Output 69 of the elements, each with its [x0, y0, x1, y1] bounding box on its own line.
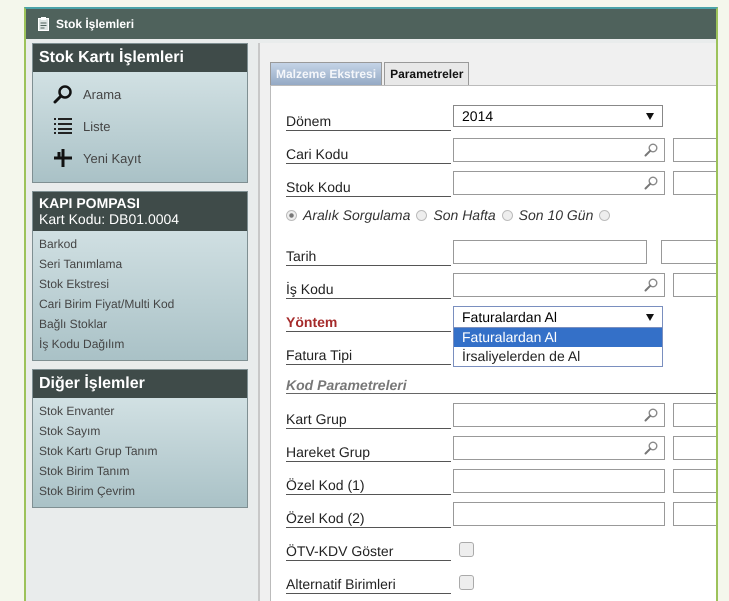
panel-title: KAPI POMPASI [39, 196, 141, 211]
input-field[interactable] [673, 469, 716, 493]
radio-label[interactable]: Son Hafta [433, 207, 496, 223]
input-field[interactable] [453, 273, 665, 297]
dropdown[interactable]: 2014 [453, 105, 663, 127]
sidebar-link[interactable]: Stok Birim Tanım [39, 464, 130, 478]
input-field[interactable] [673, 273, 716, 297]
sidebar-link[interactable]: Barkod [39, 237, 78, 251]
radio-label[interactable]: Aralık Sorgulama [303, 207, 410, 223]
field-label: Cari Kodu [286, 146, 451, 164]
checkbox[interactable] [459, 575, 474, 590]
input-field[interactable] [453, 138, 665, 162]
radio-button[interactable] [599, 210, 610, 220]
sidebar-link[interactable]: Cari Birim Fiyat/Multi Kod [39, 297, 174, 311]
section-heading: Kod Parametreleri [286, 377, 407, 393]
field-label: Stok Kodu [286, 179, 451, 197]
checkbox[interactable] [459, 542, 474, 557]
field-label: İş Kodu [286, 281, 451, 299]
input-field[interactable] [453, 171, 665, 195]
sidebar-link[interactable]: İş Kodu Dağılım [39, 337, 124, 351]
sidebar-link[interactable]: Stok Envanter [39, 404, 114, 418]
field-label: Tarih [286, 248, 451, 266]
sidebar-link[interactable]: Seri Tanımlama [39, 257, 122, 271]
input-field[interactable] [453, 469, 665, 493]
panel-title: Diğer İşlemler [39, 374, 146, 394]
panel-subtitle: Kart Kodu: DB01.0004 [39, 211, 180, 227]
field-label: ÖTV-KDV Göster [286, 543, 451, 561]
sidebar-link[interactable]: Bağlı Stoklar [39, 317, 108, 331]
input-field[interactable] [673, 436, 716, 460]
caret-icon [646, 112, 654, 120]
input-field[interactable] [673, 171, 716, 195]
dropdown[interactable]: Faturalardan Al [453, 306, 663, 328]
list-icon[interactable] [53, 117, 73, 135]
field-label: Özel Kod (1) [286, 477, 451, 495]
radio-button[interactable] [286, 210, 297, 220]
sidebar-link[interactable]: Stok Ekstresi [39, 277, 110, 291]
caret-icon [646, 314, 654, 320]
dropdown-option[interactable]: Faturalardan Al [454, 328, 662, 347]
input-field[interactable] [453, 436, 665, 460]
sidebar-link[interactable]: Liste [83, 118, 110, 134]
input-field[interactable] [453, 502, 665, 526]
sidebar-link[interactable]: Yeni Kayıt [83, 150, 142, 166]
input-field[interactable] [673, 138, 716, 162]
search-icon[interactable] [53, 84, 73, 104]
sidebar-link[interactable]: Stok Kartı Grup Tanım [39, 444, 158, 458]
field-label: Alternatif Birimleri [286, 576, 451, 594]
field-label: Hareket Grup [286, 444, 451, 462]
sidebar-link[interactable]: Stok Birim Çevrim [39, 484, 136, 498]
dropdown-option[interactable]: İrsaliyelerden de Al [454, 347, 662, 366]
panel-title: Stok Kartı İşlemleri [39, 48, 185, 68]
input-field[interactable] [673, 502, 716, 526]
sidebar-link[interactable]: Arama [83, 86, 122, 102]
field-label: Kart Grup [286, 411, 451, 429]
clipboard-icon [38, 17, 49, 31]
input-field[interactable] [453, 403, 665, 427]
window-title: Stok İşlemleri [56, 17, 134, 31]
plus-icon[interactable] [53, 148, 73, 168]
sidebar-link[interactable]: Stok Sayım [39, 424, 100, 438]
field-label: Yöntem [286, 314, 451, 332]
input-field[interactable] [661, 240, 716, 264]
radio-button[interactable] [502, 210, 513, 220]
radio-button[interactable] [416, 210, 428, 220]
field-label: Dönem [286, 113, 451, 131]
field-label: Özel Kod (2) [286, 510, 451, 528]
field-label: Fatura Tipi [286, 347, 451, 365]
input-field[interactable] [453, 240, 647, 264]
tab[interactable]: Parametreler [384, 62, 470, 85]
radio-label[interactable]: Son 10 Gün [518, 207, 594, 223]
input-field[interactable] [673, 403, 716, 427]
